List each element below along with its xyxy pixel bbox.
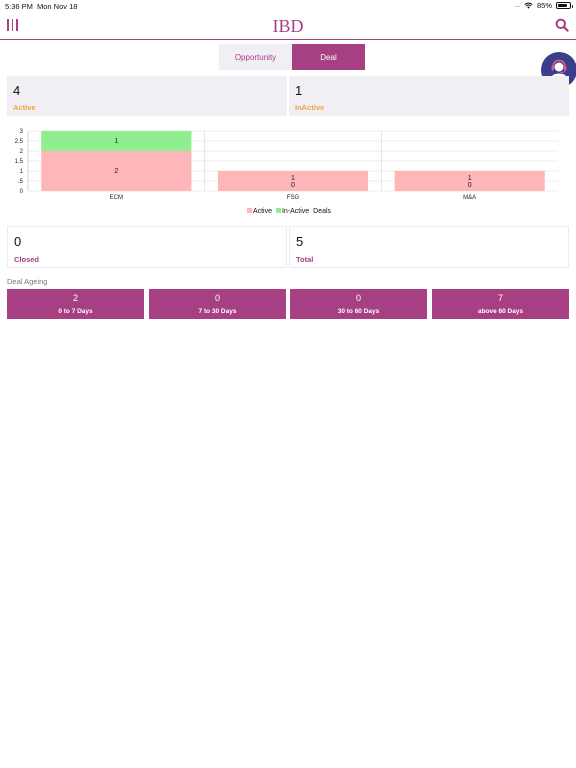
ageing-label: above 60 Days (477, 308, 524, 315)
cellular-signal: ..... (514, 2, 520, 9)
data-label: 1 (468, 175, 472, 182)
tab-opportunity[interactable]: Opportunity (219, 44, 292, 70)
y-tick-label: 1.5 (15, 159, 24, 165)
x-tick-label: M&A (463, 195, 476, 201)
y-tick-label: 2.5 (15, 139, 24, 145)
total-count: 5 (296, 234, 304, 249)
inactive-label: InActive (295, 103, 325, 112)
deal-ageing-title: Deal Ageing (7, 277, 48, 286)
app-logo: IBD (272, 16, 304, 36)
closed-card[interactable]: 0 Closed (7, 226, 287, 268)
ageing-count: 0 (355, 293, 361, 303)
data-label: 1 (114, 138, 118, 145)
ageing-count: 0 (214, 293, 220, 303)
battery-icon (556, 2, 573, 9)
data-label: 0 (468, 182, 472, 189)
status-date: Mon Nov 18 (37, 2, 78, 11)
ageing-above-60-days[interactable]: 7 above 60 Days (432, 289, 569, 319)
inactive-count: 1 (295, 83, 303, 98)
status-time: 5:36 PM (5, 2, 33, 11)
segmented-control: Opportunity Deal (219, 44, 365, 70)
ageing-0-7-days[interactable]: 2 0 to 7 Days (7, 289, 144, 319)
ageing-30-60-days[interactable]: 0 30 to 60 Days (290, 289, 427, 319)
data-label: 0 (291, 182, 295, 189)
wifi-icon (524, 2, 533, 9)
legend-active: Active (252, 208, 272, 215)
y-tick-label: 0 (20, 189, 24, 195)
ageing-7-30-days[interactable]: 0 7 to 30 Days (149, 289, 286, 319)
ageing-label: 0 to 7 Days (58, 308, 93, 315)
status-bar: 5:36 PM Mon Nov 18 ..... 85% (0, 0, 576, 12)
battery-percent: 85% (536, 1, 552, 10)
ageing-count: 7 (497, 293, 503, 303)
inactive-card[interactable]: 1 InActive (289, 76, 569, 116)
legend-swatch-inactive (275, 208, 281, 213)
tab-deal[interactable]: Deal (292, 44, 365, 70)
active-label: Active (13, 103, 36, 112)
legend-inactive: In-Active (281, 208, 310, 215)
deals-chart: 0.5 1 1.5 2 2.5 3 2 1 ECM 1 0 FSG 1 0 M&A (8, 122, 568, 222)
search-icon[interactable] (555, 18, 569, 32)
total-label: Total (296, 255, 314, 264)
x-tick-label: FSG (287, 195, 300, 201)
closed-count: 0 (14, 234, 22, 249)
status-right: ..... 85% (514, 1, 573, 10)
y-tick-label: 3 (20, 129, 24, 135)
data-label: 1 (291, 175, 295, 182)
x-tick-label: ECM (110, 195, 123, 201)
ageing-count: 2 (72, 293, 78, 303)
closed-label: Closed (14, 255, 40, 264)
legend-swatch-active (246, 208, 252, 213)
nav-bar: IBD (0, 12, 576, 40)
ageing-label: 7 to 30 Days (198, 308, 237, 315)
y-tick-label: .5 (18, 179, 24, 185)
active-card[interactable]: 4 Active (7, 76, 287, 116)
y-tick-label: 2 (20, 149, 24, 155)
legend-suffix: Deals (313, 208, 332, 215)
data-label: 2 (114, 168, 118, 175)
total-card[interactable]: 5 Total (289, 226, 569, 268)
deals-bar-chart: 0.511.522.5321ECM10FSG10M&A (15, 129, 558, 201)
active-count: 4 (13, 83, 21, 98)
ageing-label: 30 to 60 Days (337, 308, 380, 315)
y-tick-label: 1 (20, 169, 24, 175)
chart-legend: Active In-Active Deals (0, 208, 576, 215)
